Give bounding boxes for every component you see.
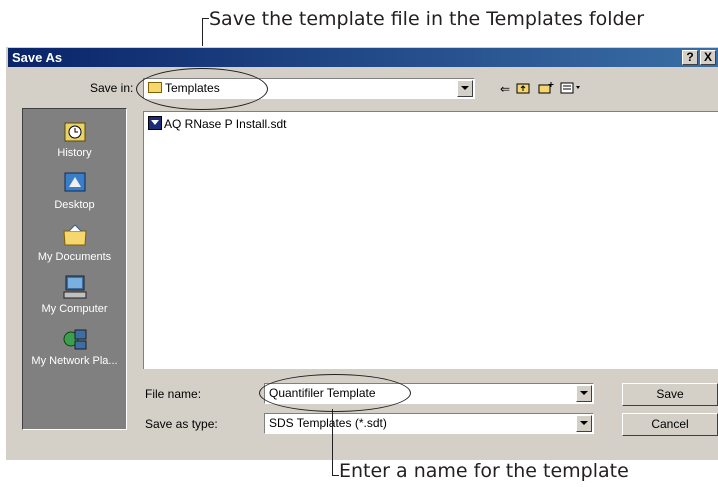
dialog-titlebar: Save As ? X: [8, 48, 718, 67]
back-icon[interactable]: ⇐: [500, 82, 510, 96]
my-computer-icon: [63, 275, 86, 299]
cancel-button[interactable]: Cancel: [622, 413, 718, 436]
save-in-highlight-ellipse: [136, 68, 268, 110]
chevron-down-icon[interactable]: [457, 80, 473, 97]
close-button[interactable]: X: [700, 50, 716, 65]
callout-top-horizontal-line: [202, 18, 209, 19]
file-name: AQ RNase P Install.sdt: [164, 117, 287, 131]
save-button[interactable]: Save: [622, 383, 718, 406]
up-folder-icon[interactable]: [516, 82, 530, 97]
views-menu-icon[interactable]: [560, 82, 584, 97]
callout-bottom-horizontal-line: [332, 475, 339, 476]
callout-enter-name: Enter a name for the template: [339, 460, 629, 482]
place-my-computer[interactable]: My Computer: [23, 273, 126, 315]
file-name-highlight-ellipse: [259, 374, 411, 412]
file-list[interactable]: AQ RNase P Install.sdt: [143, 111, 718, 369]
dialog-title: Save As: [12, 50, 63, 65]
callout-save-folder: Save the template file in the Templates …: [209, 8, 645, 30]
history-icon: [64, 122, 85, 142]
place-desktop[interactable]: Desktop: [23, 169, 126, 211]
help-button[interactable]: ?: [682, 50, 698, 65]
place-my-computer-label: My Computer: [41, 303, 108, 315]
desktop-icon: [64, 172, 85, 192]
place-my-documents[interactable]: My Documents: [23, 221, 126, 263]
save-in-label: Save in:: [90, 81, 134, 95]
save-as-type-label: Save as type:: [145, 417, 218, 431]
place-my-network-places[interactable]: My Network Pla...: [23, 325, 126, 367]
place-history-label: History: [57, 147, 92, 159]
my-network-places-icon: [63, 329, 86, 350]
place-my-documents-label: My Documents: [37, 251, 112, 263]
chevron-down-icon[interactable]: [576, 415, 592, 432]
place-history[interactable]: History: [23, 117, 126, 159]
file-name-label: File name:: [145, 387, 202, 401]
my-documents-icon: [62, 224, 87, 246]
place-my-network-places-label: My Network Pla...: [31, 355, 118, 367]
save-as-type-dropdown[interactable]: SDS Templates (*.sdt): [264, 413, 594, 434]
places-bar: History Desktop My Documents My Computer…: [22, 108, 127, 430]
new-folder-icon[interactable]: [538, 82, 554, 97]
chevron-down-icon[interactable]: [576, 385, 592, 402]
callout-bottom-vertical-line: [332, 409, 333, 476]
sdt-file-icon: [148, 116, 162, 130]
save-as-type-value: SDS Templates (*.sdt): [269, 416, 387, 430]
list-item[interactable]: AQ RNase P Install.sdt: [148, 116, 287, 131]
place-desktop-label: Desktop: [54, 199, 95, 211]
